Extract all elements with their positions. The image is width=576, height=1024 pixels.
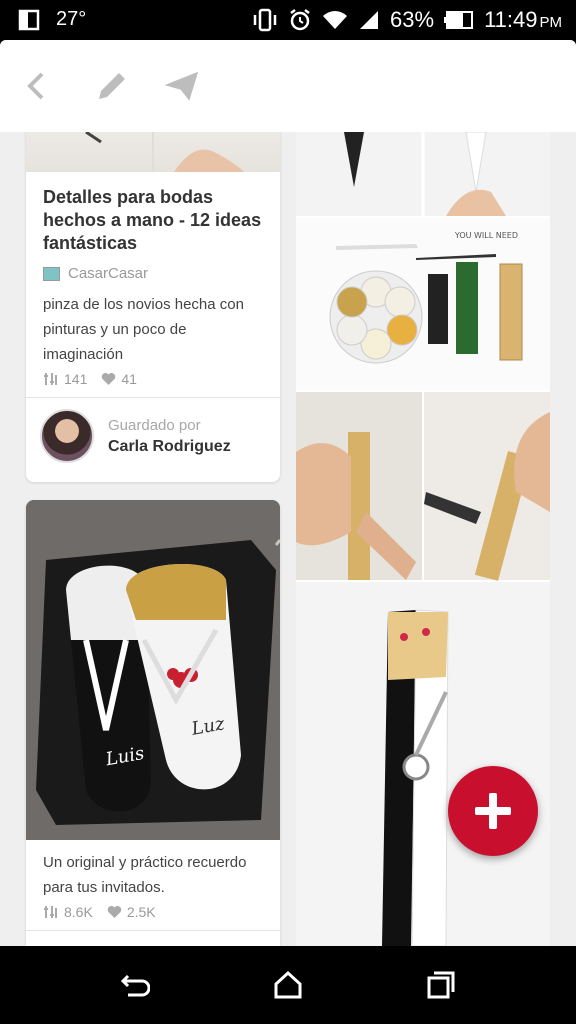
vibrate-icon — [253, 8, 277, 32]
avatar[interactable] — [40, 409, 94, 463]
repin-count: 8.6K — [64, 904, 93, 920]
recents-nav-icon — [427, 971, 455, 999]
temperature: 27° — [56, 8, 87, 30]
source-name: CasarCasar — [68, 265, 149, 282]
pin-card[interactable]: Luis Luz Un original y práctico recuerdo… — [26, 500, 280, 946]
top-toolbar — [0, 40, 576, 132]
nav-recents-button[interactable] — [426, 970, 456, 1000]
send-button[interactable] — [162, 66, 202, 106]
home-nav-icon — [274, 970, 302, 999]
like-count: 2.5K — [126, 904, 156, 920]
wifi-icon — [323, 11, 348, 29]
signal-icon — [360, 11, 379, 29]
saved-by-label: Guardado por — [108, 416, 201, 434]
clock: 11:49 — [484, 7, 538, 32]
pin-stats: 141 41 — [26, 367, 280, 397]
you-will-need-caption: YOU WILL NEED — [454, 231, 518, 240]
repin-count: 141 — [64, 371, 88, 387]
status-bar: 27° 63% 11:49 PM — [0, 0, 576, 40]
add-pin-button[interactable] — [448, 766, 538, 856]
screen-icon — [18, 9, 40, 30]
divider — [26, 930, 280, 931]
back-icon — [27, 72, 44, 100]
pin-image[interactable]: Luis Luz — [26, 500, 280, 840]
nav-back-button[interactable] — [120, 970, 151, 1000]
repin-icon — [44, 906, 57, 918]
saved-by-row[interactable]: Guardado por Carla Rodriguez — [26, 398, 280, 474]
system-nav-bar — [0, 946, 576, 1024]
pin-source[interactable]: CasarCasar — [26, 261, 280, 292]
back-button[interactable] — [16, 66, 56, 106]
send-icon — [165, 71, 199, 101]
battery-percent: 63% — [390, 7, 435, 32]
pin-title[interactable]: Detalles para bodas hechos a mano - 12 i… — [26, 172, 280, 261]
battery-icon — [444, 11, 474, 29]
heart-icon — [102, 373, 116, 385]
pin-description: pinza de los novios hecha con pinturas y… — [43, 296, 244, 363]
saved-by-name[interactable]: Carla Rodriguez — [108, 438, 231, 456]
edit-button[interactable] — [92, 66, 132, 106]
heart-icon — [107, 906, 122, 918]
pin-stats: 8.6K 2.5K — [26, 900, 280, 930]
clock-ampm: PM — [539, 14, 563, 31]
edit-icon — [99, 73, 125, 99]
nav-home-button[interactable] — [273, 970, 303, 1000]
source-logo-icon — [43, 266, 60, 281]
repin-icon — [44, 373, 57, 385]
pin-card[interactable]: Detalles para bodas hechos a mano - 12 i… — [26, 92, 280, 482]
like-count: 41 — [121, 371, 137, 387]
back-nav-icon — [120, 974, 151, 997]
plus-icon — [475, 793, 511, 829]
alarm-icon — [290, 9, 310, 31]
pin-description: Un original y práctico recuerdo para tus… — [43, 854, 247, 896]
